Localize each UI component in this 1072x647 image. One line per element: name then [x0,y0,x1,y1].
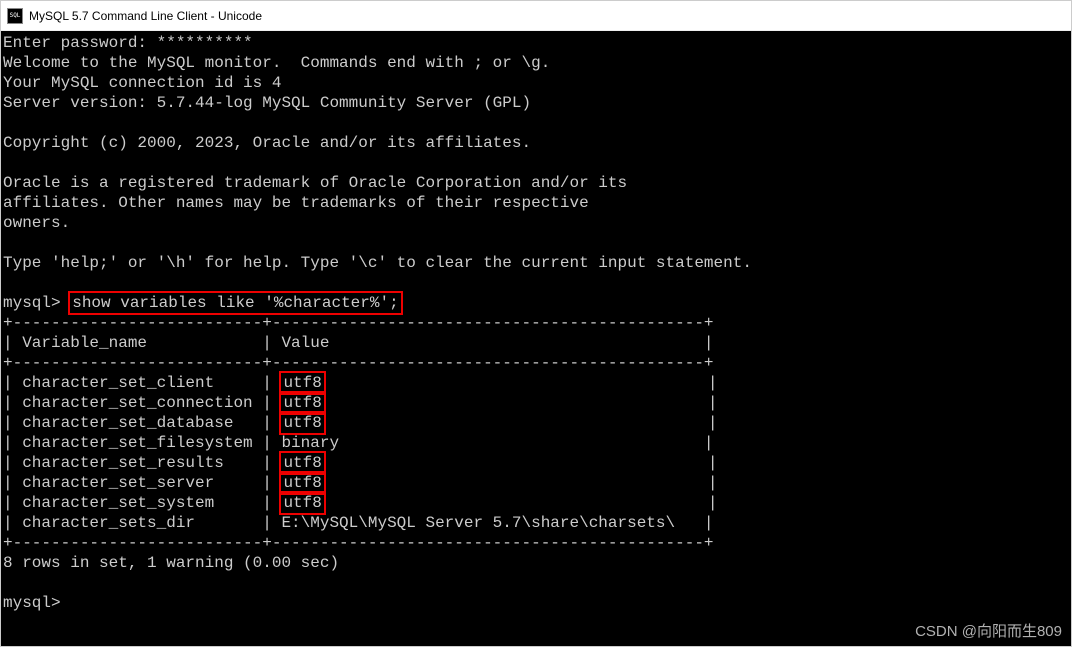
window-title: MySQL 5.7 Command Line Client - Unicode [29,9,262,23]
highlighted-command: show variables like '%character%'; [68,291,402,315]
terminal-output[interactable]: Enter password: ********** Welcome to th… [1,31,1071,646]
app-window: SQL MySQL 5.7 Command Line Client - Unic… [0,0,1072,647]
highlighted-value: utf8 [279,411,325,435]
watermark: CSDN @向阳而生809 [915,620,1062,641]
titlebar[interactable]: SQL MySQL 5.7 Command Line Client - Unic… [1,1,1071,31]
highlighted-value: utf8 [279,491,325,515]
mysql-icon: SQL [7,8,23,24]
